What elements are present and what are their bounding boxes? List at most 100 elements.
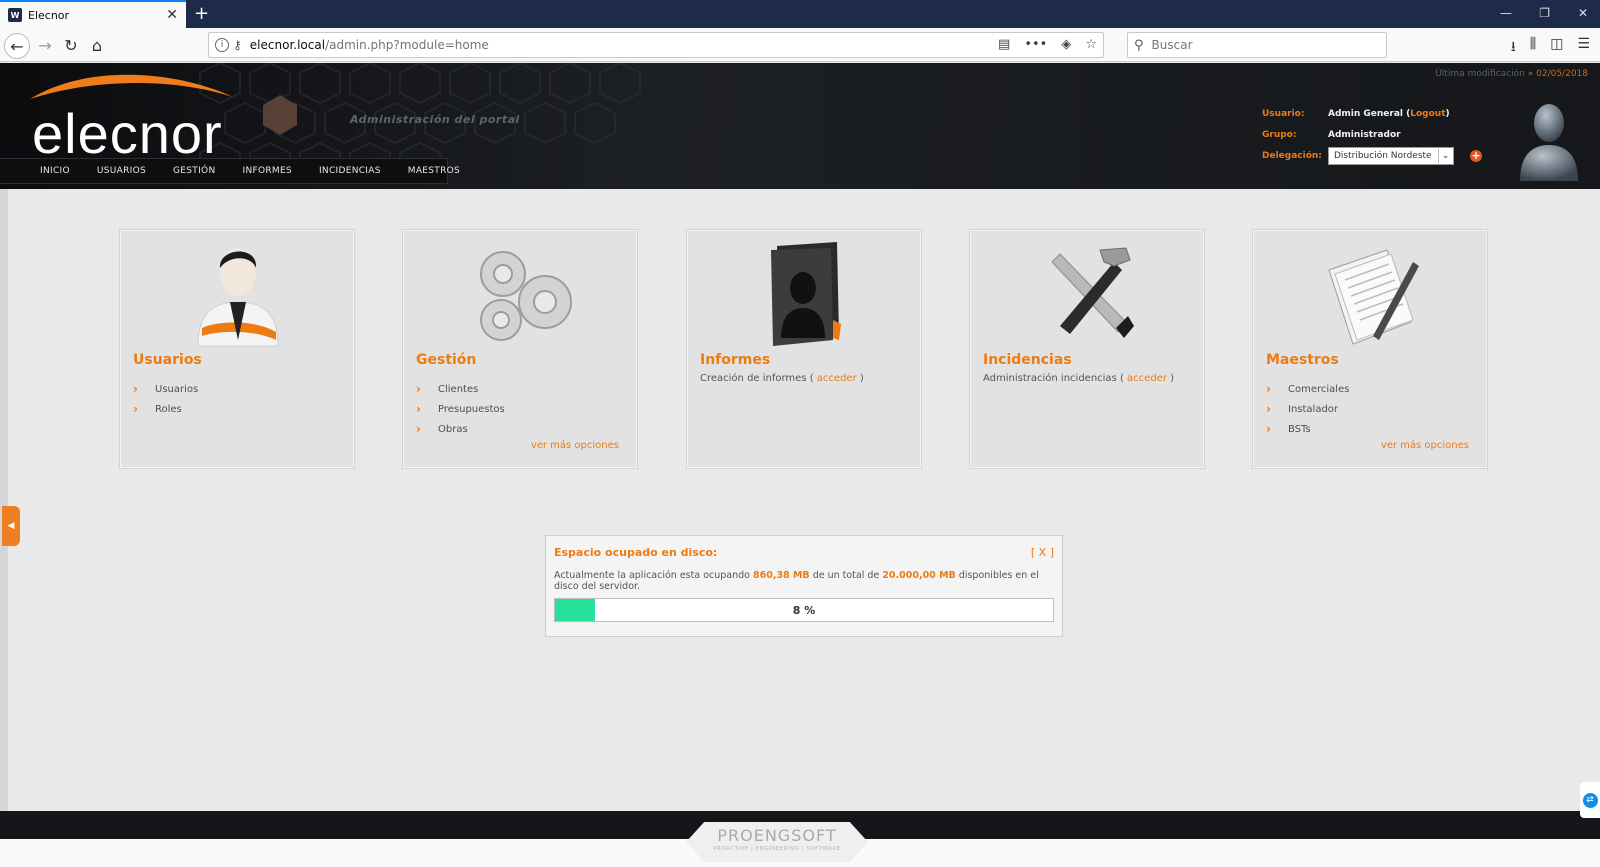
link-bsts[interactable]: › BSTs [1266, 419, 1349, 439]
progress-label: 8 % [792, 603, 816, 617]
forward-icon[interactable]: → [34, 34, 56, 56]
back-icon[interactable]: ← [4, 33, 30, 59]
browser-titlebar: W Elecnor ✕ + — ❐ ✕ [0, 0, 1600, 28]
panel-title[interactable]: Informes [700, 352, 770, 368]
nav-informes[interactable]: INFORMES [242, 166, 291, 176]
document-pen-icon[interactable] [1313, 240, 1429, 352]
group-label: Grupo: [1262, 129, 1297, 140]
logo[interactable]: elecnor [32, 101, 223, 166]
panel-description: Administración incidencias ( acceder ) [983, 373, 1175, 384]
key-icon[interactable]: ⚷ [233, 38, 242, 52]
access-link[interactable]: acceder [1127, 373, 1167, 384]
gears-icon[interactable] [463, 240, 579, 352]
sidebar-toggle-icon[interactable]: ◀ [2, 506, 20, 546]
minimize-icon[interactable]: — [1500, 6, 1512, 20]
close-tab-icon[interactable]: ✕ [166, 7, 178, 23]
panel-links: › Clientes › Presupuestos › Obras [416, 379, 505, 439]
reader-view-icon[interactable]: ▤ [998, 37, 1010, 52]
disk-title: Espacio ocupado en disco: [554, 546, 718, 559]
search-icon: ⚲ [1134, 37, 1144, 53]
chevron-right-icon: › [133, 382, 138, 396]
chevron-right-icon: › [416, 422, 421, 436]
chevron-right-icon: › [1266, 422, 1271, 436]
user-info: Usuario: Admin General (Logout) Grupo: A… [1262, 103, 1482, 166]
report-folder-icon[interactable] [747, 240, 863, 352]
disk-usage-box: Espacio ocupado en disco: [ X ] Actualme… [545, 535, 1063, 637]
panel-title[interactable]: Maestros [1266, 352, 1339, 368]
left-sidebar-edge [0, 189, 8, 811]
panel-description: Creación de informes ( acceder ) [700, 373, 864, 384]
link-clientes[interactable]: › Clientes [416, 379, 505, 399]
more-options-link[interactable]: ver más opciones [531, 440, 619, 451]
logout-link[interactable]: Logout [1410, 109, 1445, 119]
portal-label: Administración del portal [350, 113, 520, 126]
browser-tab[interactable]: W Elecnor ✕ [0, 0, 186, 28]
last-modified: Última modificación » 02/05/2018 [1435, 69, 1588, 79]
panel-gestion: Gestión › Clientes › Presupuestos › Obras v… [402, 229, 638, 469]
link-usuarios[interactable]: › Usuarios [133, 379, 198, 399]
chevron-right-icon: › [1266, 402, 1271, 416]
chevron-down-icon: ⌄ [1438, 148, 1452, 163]
page-actions-icon[interactable]: ••• [1024, 37, 1047, 52]
link-presupuestos[interactable]: › Presupuestos [416, 399, 505, 419]
site-header: elecnor Administración del portal Última… [0, 63, 1600, 189]
access-link[interactable]: acceder [817, 373, 857, 384]
nav-usuarios[interactable]: USUARIOS [97, 166, 146, 176]
panel-title[interactable]: Incidencias [983, 352, 1072, 368]
user-label: Usuario: [1262, 108, 1305, 119]
remote-support-icon: ⇄ [1582, 792, 1598, 808]
chevron-right-icon: › [1266, 382, 1271, 396]
reload-icon[interactable]: ↻ [60, 34, 82, 56]
chevron-right-icon: › [133, 402, 138, 416]
proengsoft-brand[interactable]: PROENGSOFT PROACTIVE | ENGINEERING | SOF… [686, 822, 868, 862]
bookmark-star-icon[interactable]: ☆ [1085, 37, 1097, 52]
url-path: /admin.php?module=home [325, 38, 489, 52]
last-mod-label: Última modificación [1435, 69, 1525, 79]
panel-incidencias: Incidencias Administración incidencias (… [969, 229, 1205, 469]
restore-icon[interactable]: ❐ [1539, 6, 1550, 20]
menu-icon[interactable]: ☰ [1577, 36, 1590, 60]
search-placeholder: Buscar [1151, 38, 1193, 52]
home-icon[interactable]: ⌂ [86, 34, 108, 56]
link-roles[interactable]: › Roles [133, 399, 198, 419]
chevron-right-icon: › [416, 382, 421, 396]
panel-maestros: Maestros › Comerciales › Instalador › BSTs … [1252, 229, 1488, 469]
disk-progress-bar: 8 % [554, 598, 1054, 622]
more-options-link[interactable]: ver más opciones [1381, 440, 1469, 451]
main-nav: INICIO USUARIOS GESTIÓN INFORMES INCIDEN… [0, 158, 460, 184]
user-name: Admin General (Logout) [1328, 108, 1450, 119]
delegation-label: Delegación: [1262, 150, 1322, 161]
nav-gestion[interactable]: GESTIÓN [173, 166, 215, 176]
user-profile-icon[interactable] [180, 240, 296, 352]
nav-incidencias[interactable]: INCIDENCIAS [319, 166, 381, 176]
brand-tagline: PROACTIVE | ENGINEERING | SOFTWARE [713, 846, 841, 852]
nav-inicio[interactable]: INICIO [40, 166, 70, 176]
search-input[interactable]: ⚲ Buscar [1127, 32, 1387, 58]
link-instalador[interactable]: › Instalador [1266, 399, 1349, 419]
tab-title: Elecnor [28, 8, 70, 22]
panel-title[interactable]: Gestión [416, 352, 476, 368]
close-window-icon[interactable]: ✕ [1578, 6, 1588, 20]
pocket-icon[interactable]: ◈ [1061, 37, 1071, 52]
library-icon[interactable]: ⫼ [1530, 36, 1536, 60]
sidebar-icon[interactable]: ◫ [1550, 36, 1563, 60]
link-comerciales[interactable]: › Comerciales [1266, 379, 1349, 399]
favicon-icon: W [8, 8, 22, 22]
avatar-icon [1520, 104, 1578, 181]
close-disk-box-button[interactable]: [ X ] [1031, 546, 1054, 559]
downloads-icon[interactable]: ⭳ [1511, 36, 1516, 60]
new-tab-icon[interactable]: + [194, 3, 209, 24]
brand-name: PROENGSOFT [717, 826, 837, 845]
delegation-select[interactable]: Distribución Nordeste ⌄ [1328, 146, 1454, 165]
panel-title[interactable]: Usuarios [133, 352, 202, 368]
panel-links: › Comerciales › Instalador › BSTs [1266, 379, 1349, 439]
link-obras[interactable]: › Obras [416, 419, 505, 439]
hammer-wrench-icon[interactable] [1030, 240, 1146, 352]
last-mod-date: 02/05/2018 [1536, 69, 1588, 79]
add-delegation-button[interactable]: + [1470, 149, 1482, 162]
browser-toolbar: ← → ↻ ⌂ i ⚷ elecnor.local/admin.php?modu… [0, 28, 1600, 62]
nav-maestros[interactable]: MAESTROS [408, 166, 460, 176]
remote-support-button[interactable]: ⇄ [1580, 782, 1600, 818]
site-info-icon[interactable]: i [215, 38, 229, 52]
url-bar[interactable]: i ⚷ elecnor.local/admin.php?module=home … [208, 32, 1104, 58]
